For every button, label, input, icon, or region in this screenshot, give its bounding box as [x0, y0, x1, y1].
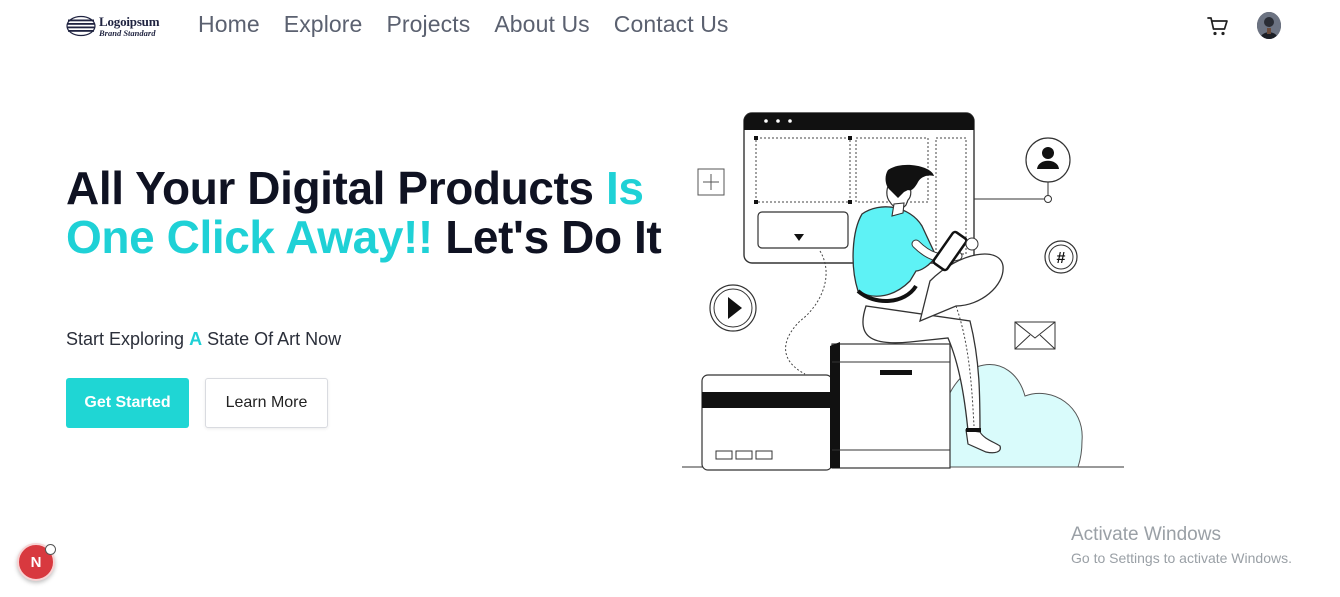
brand-tagline: Brand Standard	[99, 27, 156, 38]
get-started-button[interactable]: Get Started	[66, 378, 189, 428]
nav-projects[interactable]: Projects	[386, 11, 470, 38]
nav-explore[interactable]: Explore	[284, 11, 363, 38]
n-badge-letter: N	[30, 553, 42, 571]
hero-illustration: #	[682, 112, 1124, 471]
navbar: Logoipsum Brand Standard Home Explore Pr…	[0, 0, 1340, 52]
brand-name: Logoipsum	[99, 13, 160, 29]
notification-dot	[45, 544, 56, 555]
hero-title-part2: Let's Do It	[432, 211, 662, 263]
cart-icon[interactable]	[1206, 14, 1230, 38]
avatar-photo-icon	[1257, 12, 1281, 39]
windows-activation-watermark: Activate Windows Go to Settings to activ…	[1071, 524, 1292, 566]
hero-subtitle-after: State Of Art Now	[202, 329, 342, 349]
hero-subtitle-accent: A	[189, 329, 203, 349]
hero-title-part1: All Your Digital Products	[66, 162, 606, 214]
logo-mark-icon	[66, 15, 96, 37]
nav-about-us[interactable]: About Us	[494, 11, 589, 38]
watermark-subtitle: Go to Settings to activate Windows.	[1071, 550, 1292, 566]
user-avatar[interactable]	[1257, 12, 1281, 39]
hero-subtitle: Start Exploring A State Of Art Now	[66, 329, 341, 350]
nav-home[interactable]: Home	[198, 11, 260, 38]
hero-subtitle-before: Start Exploring	[66, 329, 190, 349]
svg-text:#: #	[1057, 250, 1066, 267]
nav-contact-us[interactable]: Contact Us	[614, 11, 729, 38]
brand-logo[interactable]: Logoipsum Brand Standard	[66, 12, 170, 40]
learn-more-button[interactable]: Learn More	[205, 378, 328, 428]
main-nav: Home Explore Projects About Us Contact U…	[198, 11, 729, 38]
watermark-title: Activate Windows	[1071, 524, 1221, 545]
hero-title: All Your Digital Products Is One Click A…	[66, 164, 666, 262]
